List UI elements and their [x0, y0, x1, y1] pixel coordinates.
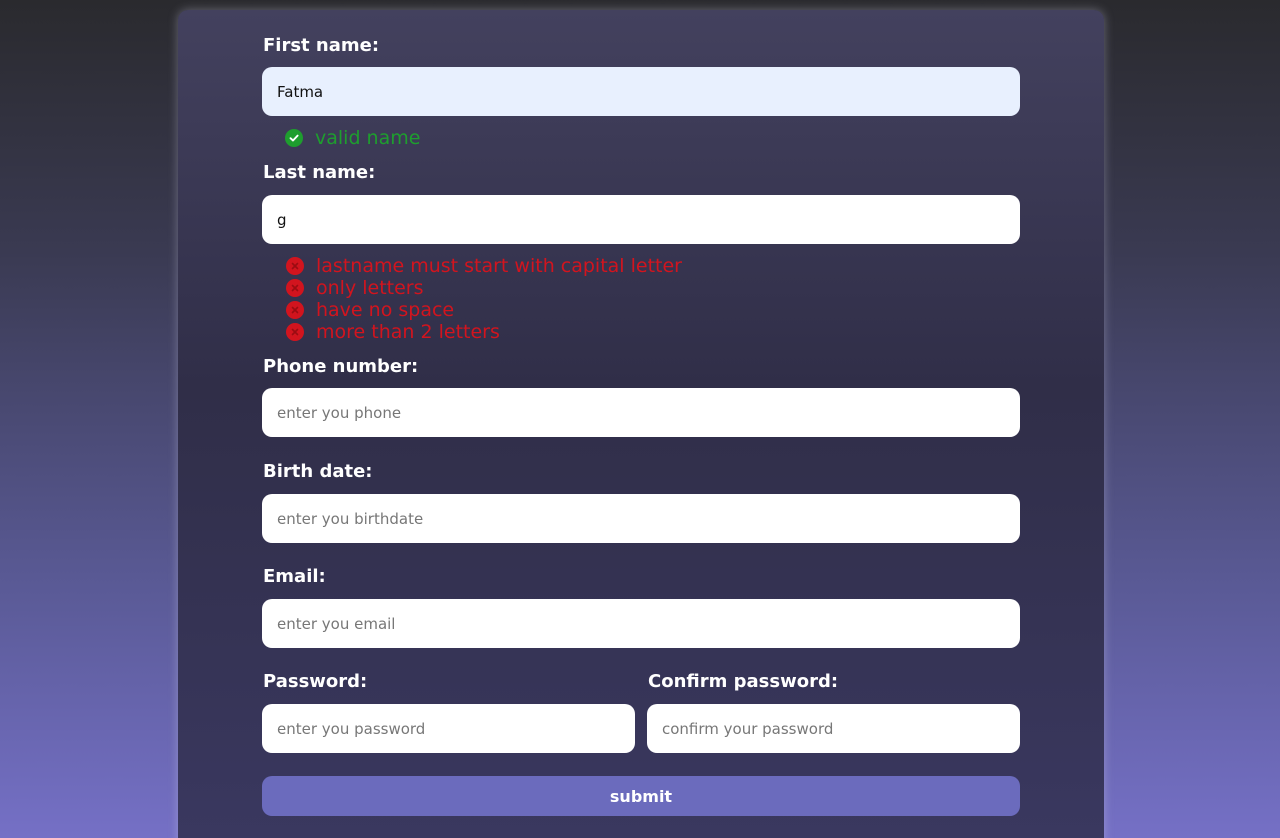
phone-label: Phone number: [263, 356, 419, 377]
check-circle-icon [285, 129, 303, 147]
confirm-password-label: Confirm password: [648, 671, 839, 692]
birth-date-label: Birth date: [263, 461, 373, 482]
last-name-error-message: only letters [286, 277, 424, 299]
first-name-label: First name: [263, 35, 380, 56]
x-circle-icon [286, 323, 304, 341]
phone-input[interactable] [262, 388, 1020, 437]
email-label: Email: [263, 566, 326, 587]
first-name-input[interactable] [262, 67, 1020, 116]
x-circle-icon [286, 257, 304, 275]
x-circle-icon [286, 301, 304, 319]
last-name-error-message: more than 2 letters [286, 321, 500, 343]
validation-text: only letters [316, 277, 424, 299]
birth-date-input[interactable] [262, 494, 1020, 543]
submit-button[interactable]: submit [262, 776, 1020, 816]
x-circle-icon [286, 279, 304, 297]
confirm-password-input[interactable] [647, 704, 1020, 753]
last-name-error-message: lastname must start with capital letter [286, 255, 682, 277]
password-label: Password: [263, 671, 368, 692]
last-name-label: Last name: [263, 162, 376, 183]
first-name-valid-message: valid name [285, 127, 420, 149]
validation-text: more than 2 letters [316, 321, 500, 343]
password-input[interactable] [262, 704, 635, 753]
validation-text: valid name [315, 127, 421, 149]
last-name-input[interactable] [262, 195, 1020, 244]
last-name-error-message: have no space [286, 299, 454, 321]
email-input[interactable] [262, 599, 1020, 648]
validation-text: lastname must start with capital letter [316, 255, 682, 277]
validation-text: have no space [316, 299, 455, 321]
